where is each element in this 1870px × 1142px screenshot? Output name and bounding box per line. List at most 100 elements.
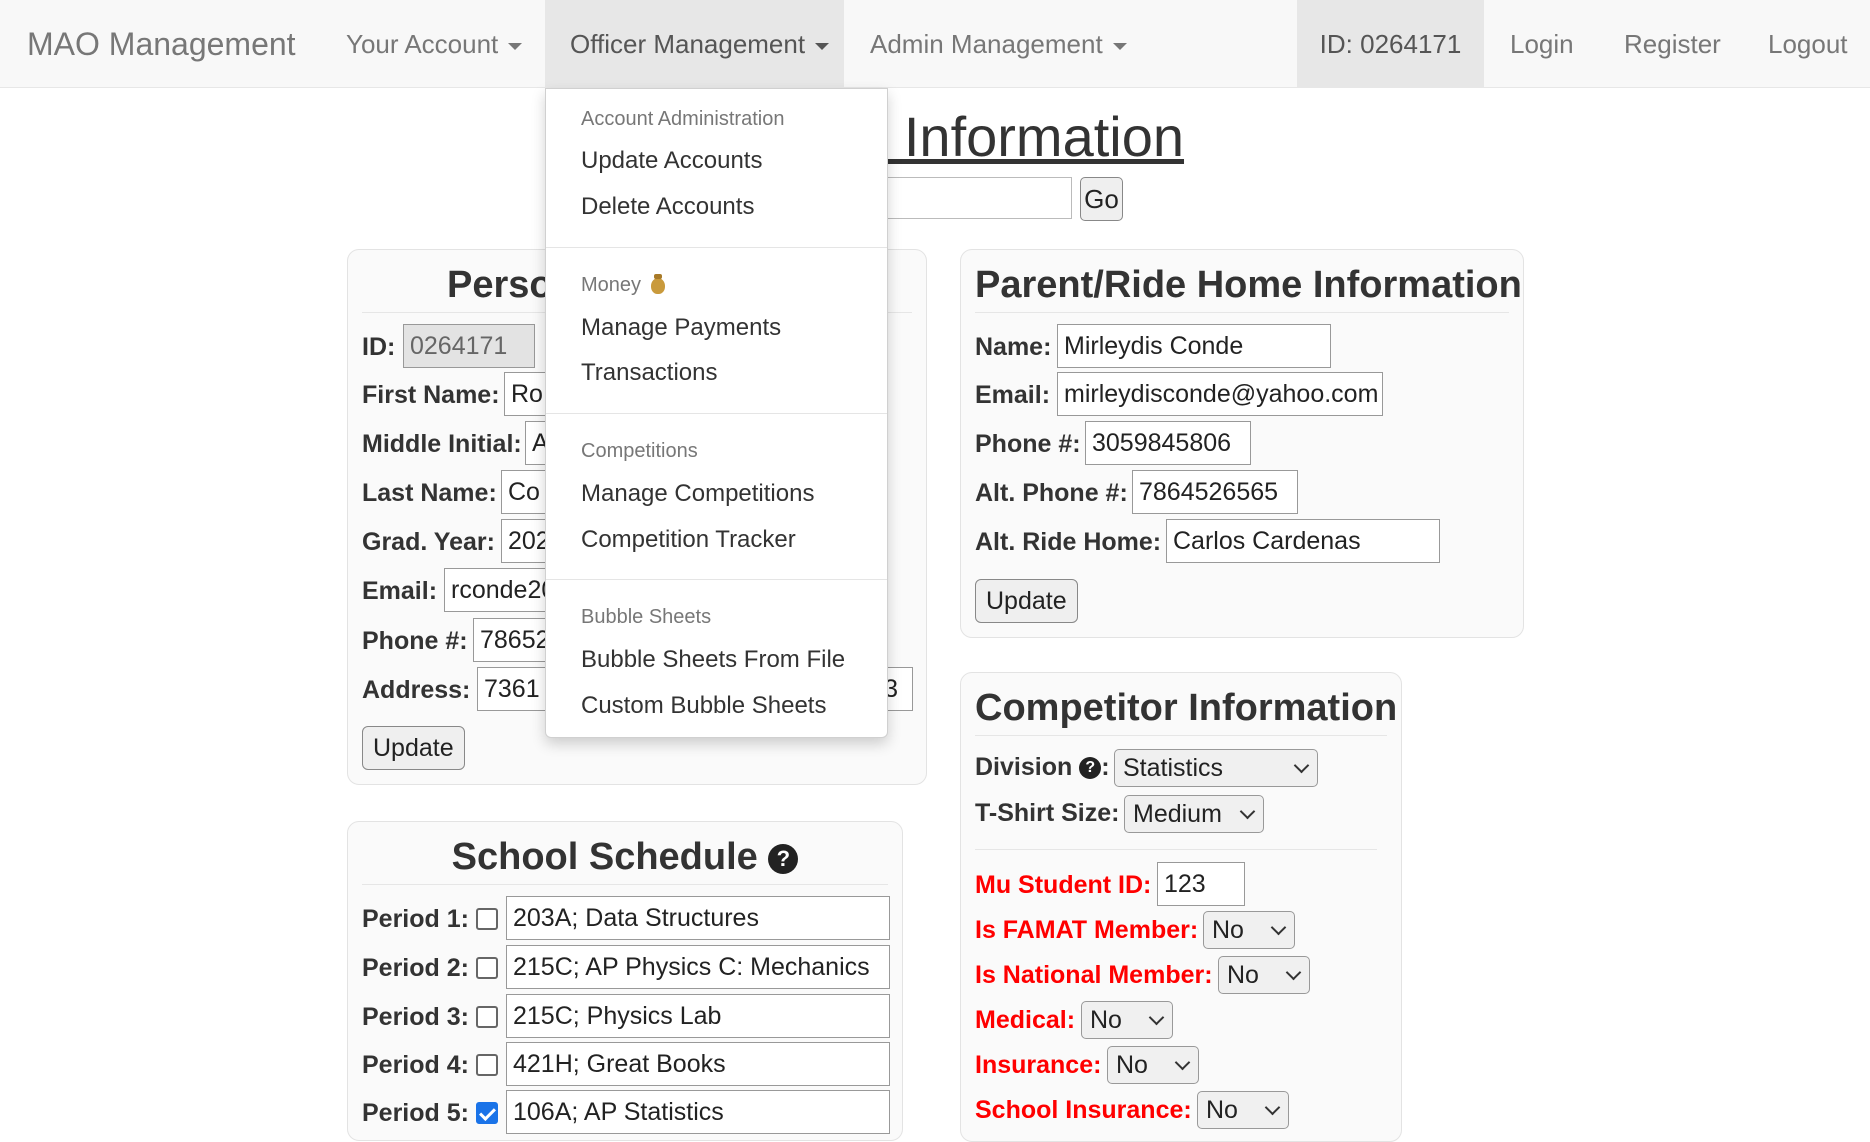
personal-update-button[interactable]: Update <box>362 726 465 770</box>
period-4-label: Period 4: <box>362 1051 469 1079</box>
period-3-checkbox[interactable] <box>476 1006 498 1028</box>
dropdown-header-money: Money <box>581 274 642 296</box>
dropdown-header-competitions: Competitions <box>581 440 698 462</box>
nav-admin-management[interactable]: Admin Management <box>870 0 1127 88</box>
nav-your-account-label: Your Account <box>346 29 499 59</box>
national-member-select[interactable]: No <box>1218 956 1310 994</box>
menu-item-manage-payments[interactable]: Manage Payments <box>581 311 781 345</box>
phone-label: Phone #: <box>362 627 468 655</box>
tshirt-select-value: Medium <box>1133 800 1222 828</box>
period-2-checkbox[interactable] <box>476 957 498 979</box>
brand-link[interactable]: MAO Management <box>27 0 296 88</box>
medical-label: Medical: <box>975 1006 1076 1034</box>
menu-item-custom-bubble-sheets[interactable]: Custom Bubble Sheets <box>581 689 826 723</box>
period-4-checkbox[interactable] <box>476 1054 498 1076</box>
alt-phone-label: Alt. Phone #: <box>975 479 1128 507</box>
chevron-down-icon <box>1174 1054 1191 1071</box>
parent-phone-field[interactable]: 3059845806 <box>1085 421 1251 465</box>
menu-item-competition-tracker[interactable]: Competition Tracker <box>581 523 796 557</box>
nav-user-id: ID: 0264171 <box>1297 0 1484 88</box>
go-button[interactable]: Go <box>1080 177 1123 221</box>
chevron-down-icon <box>1293 757 1310 774</box>
famat-member-select[interactable]: No <box>1203 911 1295 949</box>
id-label: ID: <box>362 333 396 361</box>
tshirt-label: T-Shirt Size: <box>975 799 1120 827</box>
dropdown-header-account-administration: Account Administration <box>581 108 785 130</box>
nav-logout[interactable]: Logout <box>1768 0 1848 88</box>
school-insurance-label: School Insurance: <box>975 1096 1192 1124</box>
insurance-label: Insurance: <box>975 1051 1102 1079</box>
parent-update-button[interactable]: Update <box>975 579 1078 623</box>
address-label: Address: <box>362 676 471 704</box>
divider <box>975 849 1377 850</box>
caret-down-icon <box>508 42 523 50</box>
dropdown-divider <box>546 247 887 248</box>
nav-your-account[interactable]: Your Account <box>346 0 523 88</box>
nav-login[interactable]: Login <box>1510 0 1574 88</box>
period-1-checkbox[interactable] <box>476 908 498 930</box>
competitor-info-title: Competitor Information <box>975 687 1398 729</box>
division-select[interactable]: Statistics <box>1114 749 1318 787</box>
period-5-field[interactable]: 106A; AP Statistics <box>506 1090 890 1134</box>
officer-management-dropdown: Account Administration Update Accounts D… <box>545 88 888 738</box>
division-select-value: Statistics <box>1123 754 1224 782</box>
school-schedule-panel: School Schedule ? Period 1: 203A; Data S… <box>347 821 903 1141</box>
menu-item-manage-competitions[interactable]: Manage Competitions <box>581 477 814 511</box>
divider <box>975 735 1387 736</box>
medical-value: No <box>1090 1006 1122 1034</box>
period-3-field[interactable]: 215C; Physics Lab <box>506 994 890 1038</box>
period-5-checkbox[interactable] <box>476 1102 498 1124</box>
period-4-field[interactable]: 421H; Great Books <box>506 1042 890 1086</box>
division-label: Division <box>975 753 1073 781</box>
period-2-field[interactable]: 215C; AP Physics C: Mechanics <box>506 945 890 989</box>
help-icon[interactable]: ? <box>1079 757 1102 780</box>
dropdown-header-money-wrap: Money <box>581 271 666 299</box>
famat-member-value: No <box>1212 916 1244 944</box>
alt-ride-home-label: Alt. Ride Home: <box>975 528 1162 556</box>
school-insurance-value: No <box>1206 1096 1238 1124</box>
email-label: Email: <box>362 577 438 605</box>
dropdown-header-bubble-sheets: Bubble Sheets <box>581 606 712 628</box>
chevron-down-icon <box>1239 803 1256 820</box>
help-icon[interactable]: ? <box>768 843 799 874</box>
famat-member-label: Is FAMAT Member: <box>975 916 1199 944</box>
mu-student-id-field[interactable]: 123 <box>1157 862 1245 906</box>
period-3-label: Period 3: <box>362 1003 469 1031</box>
menu-item-update-accounts[interactable]: Update Accounts <box>581 144 762 178</box>
chevron-down-icon <box>1270 919 1287 936</box>
tshirt-select[interactable]: Medium <box>1124 795 1264 833</box>
medical-select[interactable]: No <box>1081 1001 1173 1039</box>
last-name-label: Last Name: <box>362 479 497 507</box>
menu-item-transactions[interactable]: Transactions <box>581 356 718 390</box>
menu-item-bubble-sheets-from-file[interactable]: Bubble Sheets From File <box>581 643 845 677</box>
first-name-label: First Name: <box>362 381 500 409</box>
alt-ride-home-field[interactable]: Carlos Cardenas <box>1166 519 1440 563</box>
insurance-select[interactable]: No <box>1107 1046 1199 1084</box>
school-insurance-select[interactable]: No <box>1197 1091 1289 1129</box>
menu-item-delete-accounts[interactable]: Delete Accounts <box>581 190 754 224</box>
period-1-field[interactable]: 203A; Data Structures <box>506 896 890 940</box>
navbar: MAO Management Your Account Officer Mana… <box>0 0 1870 88</box>
chevron-down-icon <box>1264 1099 1281 1116</box>
division-colon: : <box>1101 753 1110 781</box>
nav-officer-management[interactable]: Officer Management <box>545 0 844 88</box>
alt-phone-field[interactable]: 7864526565 <box>1132 470 1298 514</box>
competitor-info-panel: Competitor Information Division ?: Stati… <box>960 672 1402 1142</box>
divider <box>362 884 888 885</box>
nav-officer-management-label: Officer Management <box>570 29 806 59</box>
parent-name-field[interactable]: Mirleydis Conde <box>1057 324 1331 368</box>
period-5-label: Period 5: <box>362 1099 469 1127</box>
nav-admin-management-label: Admin Management <box>870 29 1103 59</box>
id-field: 0264171 <box>403 324 535 368</box>
parent-email-field[interactable]: mirleydisconde@yahoo.com <box>1057 372 1383 416</box>
parent-info-title: Parent/Ride Home Information <box>975 264 1522 306</box>
national-member-label: Is National Member: <box>975 961 1213 989</box>
school-schedule-title: School Schedule <box>451 836 758 878</box>
parent-phone-label: Phone #: <box>975 430 1081 458</box>
nav-register[interactable]: Register <box>1624 0 1721 88</box>
grad-year-label: Grad. Year: <box>362 528 495 556</box>
period-1-label: Period 1: <box>362 905 469 933</box>
period-2-label: Period 2: <box>362 954 469 982</box>
caret-down-icon <box>1112 42 1127 50</box>
insurance-value: No <box>1116 1051 1148 1079</box>
